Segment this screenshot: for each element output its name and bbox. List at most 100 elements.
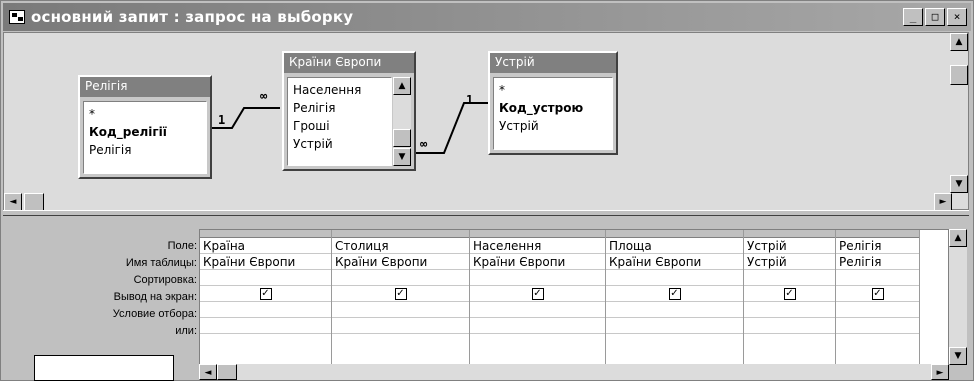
- sort-cell[interactable]: [606, 270, 743, 286]
- field-item[interactable]: Устрій: [499, 117, 607, 135]
- field-list-scrollbar[interactable]: ▲ ▼: [393, 77, 411, 166]
- pane-splitter[interactable]: [3, 210, 969, 216]
- criteria-cell[interactable]: [836, 302, 919, 318]
- title-bar[interactable]: основний запит : запрос на выборку _ □ ×: [3, 3, 971, 31]
- criteria-cell[interactable]: [200, 302, 331, 318]
- column-selector[interactable]: [606, 230, 743, 238]
- table-cell[interactable]: Устрій: [744, 254, 835, 270]
- field-item-key[interactable]: Код_релігії: [89, 123, 201, 141]
- scroll-down-arrow-icon[interactable]: ▼: [393, 148, 411, 166]
- scroll-up-arrow-icon[interactable]: ▲: [950, 33, 968, 51]
- criteria-cell[interactable]: [470, 302, 605, 318]
- show-cell: ✓: [744, 286, 835, 302]
- relation-many-label: ∞: [420, 137, 428, 151]
- relation-one-label: 1: [218, 113, 226, 127]
- field-item[interactable]: Населення: [293, 81, 386, 99]
- field-cell[interactable]: Площа: [606, 238, 743, 254]
- scroll-thumb[interactable]: [24, 193, 44, 211]
- table-countries[interactable]: Країни Європи Населення Релігія Гроші Ус…: [282, 51, 416, 171]
- column-selector[interactable]: [200, 230, 331, 238]
- minimize-button[interactable]: _: [903, 8, 923, 26]
- query-icon: [9, 10, 25, 24]
- table-title[interactable]: Країни Європи: [284, 53, 414, 73]
- criteria-cell[interactable]: [744, 302, 835, 318]
- scroll-thumb[interactable]: [950, 65, 968, 85]
- table-government[interactable]: Устрій * Код_устрою Устрій: [488, 51, 618, 155]
- scroll-left-arrow-icon[interactable]: ◄: [199, 364, 217, 380]
- column-selector[interactable]: [332, 230, 469, 238]
- show-checkbox[interactable]: ✓: [531, 287, 544, 300]
- scroll-left-arrow-icon[interactable]: ◄: [4, 193, 22, 211]
- show-checkbox[interactable]: ✓: [668, 287, 681, 300]
- scroll-up-arrow-icon[interactable]: ▲: [949, 229, 967, 247]
- table-cell[interactable]: Країни Європи: [200, 254, 331, 270]
- or-cell[interactable]: [332, 318, 469, 334]
- table-cell[interactable]: Країни Європи: [470, 254, 605, 270]
- scroll-down-arrow-icon[interactable]: ▼: [950, 175, 968, 193]
- table-pane: 1 ∞ ∞ 1 Релігія * Код_релігії Релігія Кр…: [3, 32, 969, 211]
- table-cell[interactable]: Релігія: [836, 254, 919, 270]
- query-window: основний запит : запрос на выборку _ □ ×…: [0, 0, 974, 381]
- row-label-field: Поле:: [167, 240, 197, 252]
- criteria-cell[interactable]: [332, 302, 469, 318]
- overlay-box: [34, 355, 174, 381]
- or-cell[interactable]: [744, 318, 835, 334]
- table-cell[interactable]: Країни Європи: [332, 254, 469, 270]
- show-cell: ✓: [470, 286, 605, 302]
- field-item[interactable]: Устрій: [293, 135, 386, 153]
- table-religion[interactable]: Релігія * Код_релігії Релігія: [78, 75, 212, 179]
- sort-cell[interactable]: [836, 270, 919, 286]
- show-checkbox[interactable]: ✓: [783, 287, 796, 300]
- scroll-right-arrow-icon[interactable]: ►: [934, 193, 952, 211]
- close-button[interactable]: ×: [947, 8, 967, 26]
- or-cell[interactable]: [200, 318, 331, 334]
- or-cell[interactable]: [836, 318, 919, 334]
- show-checkbox[interactable]: ✓: [259, 287, 272, 300]
- table-pane-vscroll[interactable]: ▲ ▼: [950, 33, 968, 193]
- grid-column: Релігія Релігія ✓: [836, 230, 920, 364]
- sort-cell[interactable]: [200, 270, 331, 286]
- field-item[interactable]: Релігія: [89, 141, 201, 159]
- field-list: * Код_релігії Релігія: [83, 101, 207, 174]
- field-cell[interactable]: Столиця: [332, 238, 469, 254]
- field-list: * Код_устрою Устрій: [493, 77, 613, 150]
- sort-cell[interactable]: [744, 270, 835, 286]
- table-title[interactable]: Устрій: [490, 53, 616, 73]
- show-cell: ✓: [606, 286, 743, 302]
- or-cell[interactable]: [606, 318, 743, 334]
- column-selector[interactable]: [744, 230, 835, 238]
- scroll-right-arrow-icon[interactable]: ►: [931, 364, 949, 380]
- show-checkbox[interactable]: ✓: [871, 287, 884, 300]
- show-cell: ✓: [836, 286, 919, 302]
- field-item[interactable]: *: [499, 81, 607, 99]
- field-item[interactable]: Релігія: [293, 99, 386, 117]
- grid-vscroll[interactable]: ▲ ▼: [949, 229, 967, 365]
- table-pane-hscroll[interactable]: ◄ ►: [4, 193, 952, 211]
- table-cell[interactable]: Країни Європи: [606, 254, 743, 270]
- window-title: основний запит : запрос на выборку: [31, 8, 354, 26]
- field-cell[interactable]: Устрій: [744, 238, 835, 254]
- sort-cell[interactable]: [470, 270, 605, 286]
- field-list: Населення Релігія Гроші Устрій: [287, 77, 392, 166]
- show-cell: ✓: [200, 286, 331, 302]
- or-cell[interactable]: [470, 318, 605, 334]
- scroll-up-arrow-icon[interactable]: ▲: [393, 77, 411, 95]
- window-controls: _ □ ×: [903, 8, 967, 26]
- scroll-thumb[interactable]: [393, 129, 411, 147]
- table-title[interactable]: Релігія: [80, 77, 210, 97]
- scroll-down-arrow-icon[interactable]: ▼: [949, 347, 967, 365]
- field-cell[interactable]: Населення: [470, 238, 605, 254]
- field-item[interactable]: *: [89, 105, 201, 123]
- field-item-key[interactable]: Код_устрою: [499, 99, 607, 117]
- field-cell[interactable]: Релігія: [836, 238, 919, 254]
- column-selector[interactable]: [836, 230, 919, 238]
- field-cell[interactable]: Країна: [200, 238, 331, 254]
- field-item[interactable]: Гроші: [293, 117, 386, 135]
- scroll-thumb[interactable]: [217, 364, 237, 380]
- show-checkbox[interactable]: ✓: [394, 287, 407, 300]
- grid-hscroll[interactable]: ◄ ►: [199, 364, 949, 380]
- sort-cell[interactable]: [332, 270, 469, 286]
- maximize-button[interactable]: □: [925, 8, 945, 26]
- column-selector[interactable]: [470, 230, 605, 238]
- criteria-cell[interactable]: [606, 302, 743, 318]
